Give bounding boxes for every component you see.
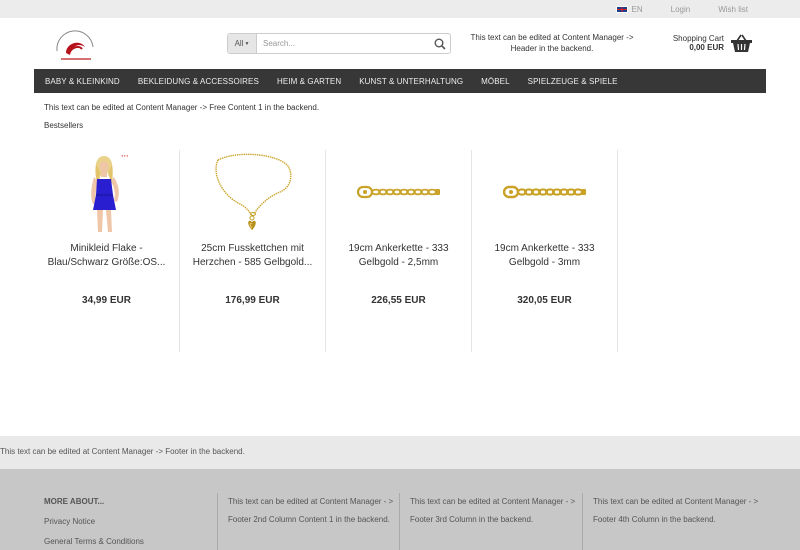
shop-logo[interactable] — [47, 25, 105, 67]
product-card[interactable]: 19cm Ankerkette - 333 Gelbgold - 3mm 320… — [472, 150, 618, 352]
header-content-text: This text can be edited at Content Manag… — [470, 33, 634, 53]
product-name[interactable]: 25cm Fusskettchen mit Herzchen - 585 Gel… — [186, 242, 319, 270]
search-icon — [434, 38, 446, 50]
product-image-anklet[interactable] — [203, 150, 303, 235]
privacy-notice-link[interactable]: Privacy Notice — [44, 517, 144, 526]
product-name[interactable]: 19cm Ankerkette - 333 Gelbgold - 3mm — [478, 242, 611, 270]
product-list: ✦✦✦ Minikleid Flake - Blau/Schwarz Größe… — [34, 150, 618, 352]
footer-column-3: This text can be edited at Content Manag… — [399, 493, 579, 550]
product-name[interactable]: 19cm Ankerkette - 333 Gelbgold - 2,5mm — [332, 242, 465, 270]
free-content-text: This text can be edited at Content Manag… — [44, 103, 320, 112]
product-card[interactable]: 25cm Fusskettchen mit Herzchen - 585 Gel… — [180, 150, 326, 352]
search-button[interactable] — [430, 34, 450, 53]
logo-icon — [56, 30, 94, 60]
top-bar: EN Login Wish list — [0, 0, 800, 18]
footer-column-4: This text can be edited at Content Manag… — [582, 493, 772, 550]
product-price: 34,99 EUR — [82, 295, 131, 306]
product-price: 226,55 EUR — [371, 295, 426, 306]
product-price: 320,05 EUR — [517, 295, 572, 306]
search-input[interactable] — [257, 34, 430, 53]
footer-note-bar: This text can be edited at Content Manag… — [0, 436, 800, 469]
nav-item-furniture[interactable]: MÖBEL — [472, 77, 519, 86]
main-navigation: BABY & KLEINKIND BEKLEIDUNG & ACCESSOIRE… — [34, 69, 766, 93]
wishlist-link[interactable]: Wish list — [718, 5, 748, 14]
nav-item-clothing[interactable]: BEKLEIDUNG & ACCESSOIRES — [129, 77, 268, 86]
search-category-label: All — [234, 39, 244, 48]
language-label: EN — [631, 4, 643, 14]
product-price: 176,99 EUR — [225, 295, 280, 306]
basket-icon[interactable] — [731, 34, 752, 53]
language-selector[interactable]: EN — [615, 4, 643, 14]
cart-amount: 0,00 EUR — [689, 43, 724, 52]
bestsellers-heading: Bestsellers — [44, 121, 84, 130]
nav-item-art-entertainment[interactable]: KUNST & UNTERHALTUNG — [350, 77, 472, 86]
svg-text:✦✦✦: ✦✦✦ — [121, 154, 129, 158]
footer-column-more-about: MORE ABOUT... Privacy Notice General Ter… — [44, 497, 144, 550]
product-name[interactable]: Minikleid Flake - Blau/Schwarz Größe:OS.… — [40, 242, 173, 270]
product-image-chain[interactable] — [495, 150, 595, 235]
nav-item-home-garden[interactable]: HEIM & GARTEN — [268, 77, 350, 86]
search-bar: All ▼ — [227, 33, 451, 54]
nav-item-toys-games[interactable]: SPIELZEUGE & SPIELE — [519, 77, 627, 86]
shopping-cart[interactable]: Shopping Cart 0,00 EUR — [660, 34, 724, 52]
uk-flag-icon — [615, 5, 628, 13]
terms-conditions-link[interactable]: General Terms & Conditions — [44, 537, 144, 546]
caret-down-icon: ▼ — [244, 40, 250, 47]
footer-more-about-heading: MORE ABOUT... — [44, 497, 105, 506]
product-card[interactable]: ✦✦✦ Minikleid Flake - Blau/Schwarz Größe… — [34, 150, 180, 352]
footer: MORE ABOUT... Privacy Notice General Ter… — [0, 469, 800, 550]
footer-column-2: This text can be edited at Content Manag… — [217, 493, 397, 550]
product-image-dress[interactable]: ✦✦✦ — [57, 150, 157, 235]
nav-item-baby[interactable]: BABY & KLEINKIND — [34, 77, 129, 86]
product-image-chain[interactable] — [349, 150, 449, 235]
cart-label: Shopping Cart — [672, 34, 724, 43]
product-card[interactable]: 19cm Ankerkette - 333 Gelbgold - 2,5mm 2… — [326, 150, 472, 352]
search-category-dropdown[interactable]: All ▼ — [228, 34, 257, 53]
footer-note-text: This text can be edited at Content Manag… — [0, 447, 245, 456]
login-link[interactable]: Login — [671, 5, 691, 14]
